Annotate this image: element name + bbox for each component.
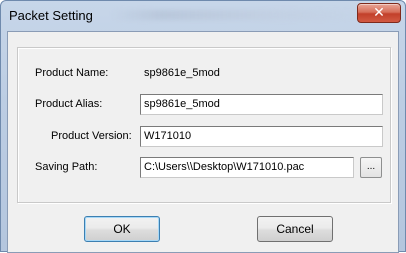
browse-button[interactable]: ... <box>360 157 382 178</box>
close-button[interactable]: ✕ <box>357 3 401 23</box>
product-name-value: sp9861e_5mod <box>144 67 220 79</box>
saving-path-label: Saving Path: <box>35 161 98 173</box>
blurred-title-region <box>111 10 361 20</box>
title-bar[interactable]: Packet Setting ✕ <box>1 1 405 31</box>
ok-button[interactable]: OK <box>84 216 160 242</box>
product-version-field[interactable]: W171010 <box>140 126 383 147</box>
dialog-client-area: Product Name: sp9861e_5mod Product Alias… <box>7 31 399 253</box>
product-alias-label: Product Alias: <box>35 98 103 110</box>
cancel-button[interactable]: Cancel <box>257 216 333 242</box>
packet-setting-dialog: Packet Setting ✕ Product Name: sp9861e_5… <box>0 0 406 253</box>
close-icon: ✕ <box>373 5 385 21</box>
product-version-label: Product Version: <box>51 130 132 142</box>
product-name-label: Product Name: <box>35 67 109 79</box>
product-alias-field[interactable]: sp9861e_5mod <box>140 94 383 115</box>
window-title: Packet Setting <box>9 8 93 23</box>
settings-group-box: Product Name: sp9861e_5mod Product Alias… <box>17 47 391 203</box>
saving-path-field[interactable]: C:\Users\\Desktop\W171010.pac <box>140 157 354 178</box>
